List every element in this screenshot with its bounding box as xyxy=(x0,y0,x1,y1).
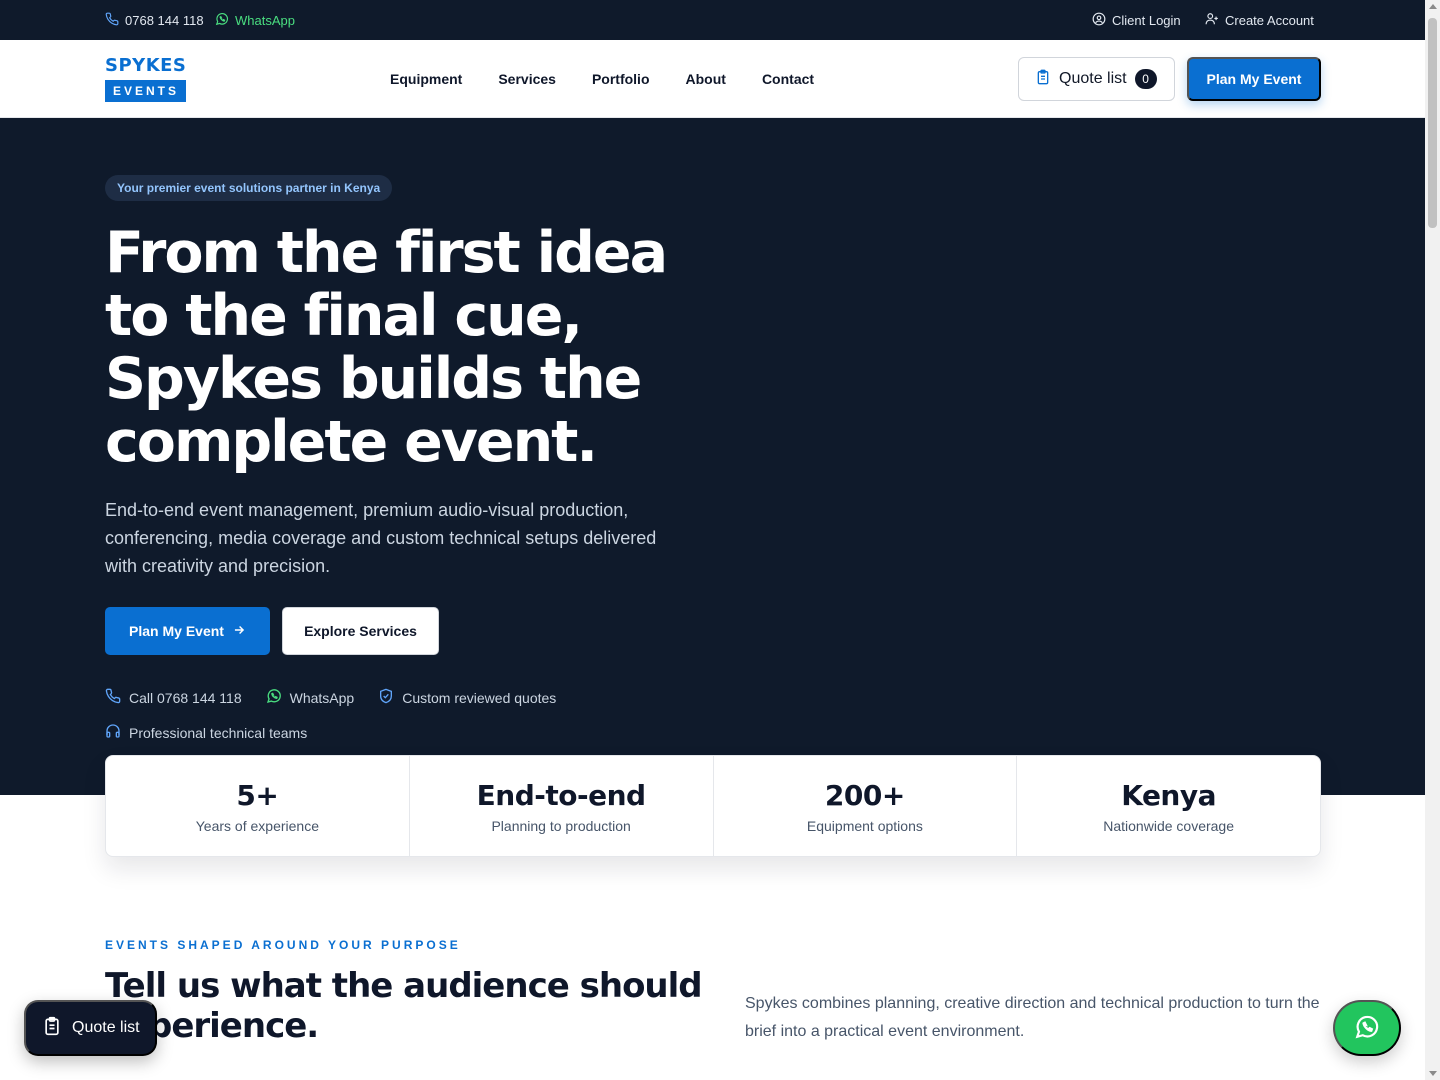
plan-my-event-header-button[interactable]: Plan My Event xyxy=(1187,57,1321,101)
nav-portfolio[interactable]: Portfolio xyxy=(592,71,650,87)
clipboard-icon xyxy=(42,1016,62,1041)
quote-list-button[interactable]: Quote list 0 xyxy=(1018,57,1175,101)
feature-quotes: Custom reviewed quotes xyxy=(378,688,556,707)
clipboard-icon xyxy=(1035,69,1051,90)
section-title: Tell us what the audience should experie… xyxy=(105,966,703,1046)
quote-list-label: Quote list xyxy=(1059,70,1127,87)
stat-value: 5+ xyxy=(236,778,279,812)
topbar-whatsapp-link[interactable]: WhatsApp xyxy=(215,12,295,29)
stat-equipment: 200+ Equipment options xyxy=(714,756,1018,856)
hero-features: Call 0768 144 118 WhatsApp Custom review… xyxy=(105,688,665,742)
scroll-up-arrow-icon[interactable] xyxy=(1429,4,1437,9)
arrow-right-icon xyxy=(232,623,246,640)
nav-equipment[interactable]: Equipment xyxy=(390,71,462,87)
hero-description: End-to-end event management, premium aud… xyxy=(105,500,657,576)
topbar-phone-link[interactable]: 0768 144 118 xyxy=(105,12,204,29)
stat-value: End-to-end xyxy=(476,778,646,812)
user-circle-icon xyxy=(1092,12,1106,29)
nav-about[interactable]: About xyxy=(686,71,726,87)
create-account-link[interactable]: Create Account xyxy=(1205,12,1314,29)
whatsapp-icon xyxy=(215,12,229,29)
whatsapp-icon xyxy=(1354,1014,1380,1043)
main-nav: Equipment Services Portfolio About Conta… xyxy=(390,71,814,87)
explore-services-button[interactable]: Explore Services xyxy=(282,607,439,655)
floating-quote-list-button[interactable]: Quote list xyxy=(24,1000,157,1056)
client-login-text: Client Login xyxy=(1112,13,1181,28)
quote-count-badge: 0 xyxy=(1134,69,1157,89)
top-bar: 0768 144 118 WhatsApp Client Login Creat… xyxy=(0,0,1425,40)
phone-icon xyxy=(105,12,119,29)
hero-tagline-pill: Your premier event solutions partner in … xyxy=(105,175,393,201)
hero-title: From the first idea to the final cue, Sp… xyxy=(105,220,668,475)
site-header: SPYKES EVENTS Equipment Services Portfol… xyxy=(0,40,1425,118)
floating-whatsapp-button[interactable] xyxy=(1333,1000,1401,1056)
topbar-phone-text: 0768 144 118 xyxy=(125,13,204,28)
feature-teams-label: Professional technical teams xyxy=(129,724,308,741)
stat-label: Planning to production xyxy=(491,817,631,834)
stat-label: Years of experience xyxy=(195,817,319,834)
stat-value: 200+ xyxy=(824,778,905,812)
nav-contact[interactable]: Contact xyxy=(762,71,814,87)
section-description: Spykes combines planning, creative direc… xyxy=(745,995,1320,1040)
feature-whatsapp[interactable]: WhatsApp xyxy=(266,688,355,707)
feature-call[interactable]: Call 0768 144 118 xyxy=(105,688,242,707)
section-eyebrow: EVENTS SHAPED AROUND YOUR PURPOSE xyxy=(105,938,461,952)
whatsapp-icon xyxy=(266,688,282,707)
stat-value: Kenya xyxy=(1121,778,1217,812)
scrollbar-thumb[interactable] xyxy=(1428,18,1437,228)
feature-quotes-label: Custom reviewed quotes xyxy=(402,689,557,706)
stat-experience: 5+ Years of experience xyxy=(106,756,410,856)
stat-label: Nationwide coverage xyxy=(1103,817,1234,834)
stat-label: Equipment options xyxy=(806,817,923,834)
shield-check-icon xyxy=(378,688,394,707)
stat-coverage-scope: End-to-end Planning to production xyxy=(410,756,714,856)
feature-whatsapp-label: WhatsApp xyxy=(289,689,355,706)
nav-services[interactable]: Services xyxy=(498,71,556,87)
scroll-down-arrow-icon[interactable] xyxy=(1429,1071,1437,1076)
page-scrollbar[interactable] xyxy=(1425,0,1440,1080)
plan-my-event-button[interactable]: Plan My Event xyxy=(105,607,270,655)
floating-quote-label: Quote list xyxy=(72,1019,140,1036)
stat-location: Kenya Nationwide coverage xyxy=(1017,756,1320,856)
hero-section: Your premier event solutions partner in … xyxy=(0,118,1425,795)
logo-subtitle: EVENTS xyxy=(105,80,187,102)
feature-teams: Professional technical teams xyxy=(105,723,307,742)
feature-call-label: Call 0768 144 118 xyxy=(129,689,242,706)
headphones-icon xyxy=(105,723,121,742)
site-logo[interactable]: SPYKES EVENTS xyxy=(105,55,187,102)
topbar-whatsapp-text: WhatsApp xyxy=(235,13,295,28)
logo-wordmark: SPYKES xyxy=(105,55,187,76)
client-login-link[interactable]: Client Login xyxy=(1092,12,1181,29)
create-account-text: Create Account xyxy=(1225,13,1314,28)
stats-bar: 5+ Years of experience End-to-end Planni… xyxy=(105,755,1321,857)
phone-icon xyxy=(105,688,121,707)
plan-my-event-label: Plan My Event xyxy=(129,623,224,639)
user-plus-icon xyxy=(1205,12,1219,29)
